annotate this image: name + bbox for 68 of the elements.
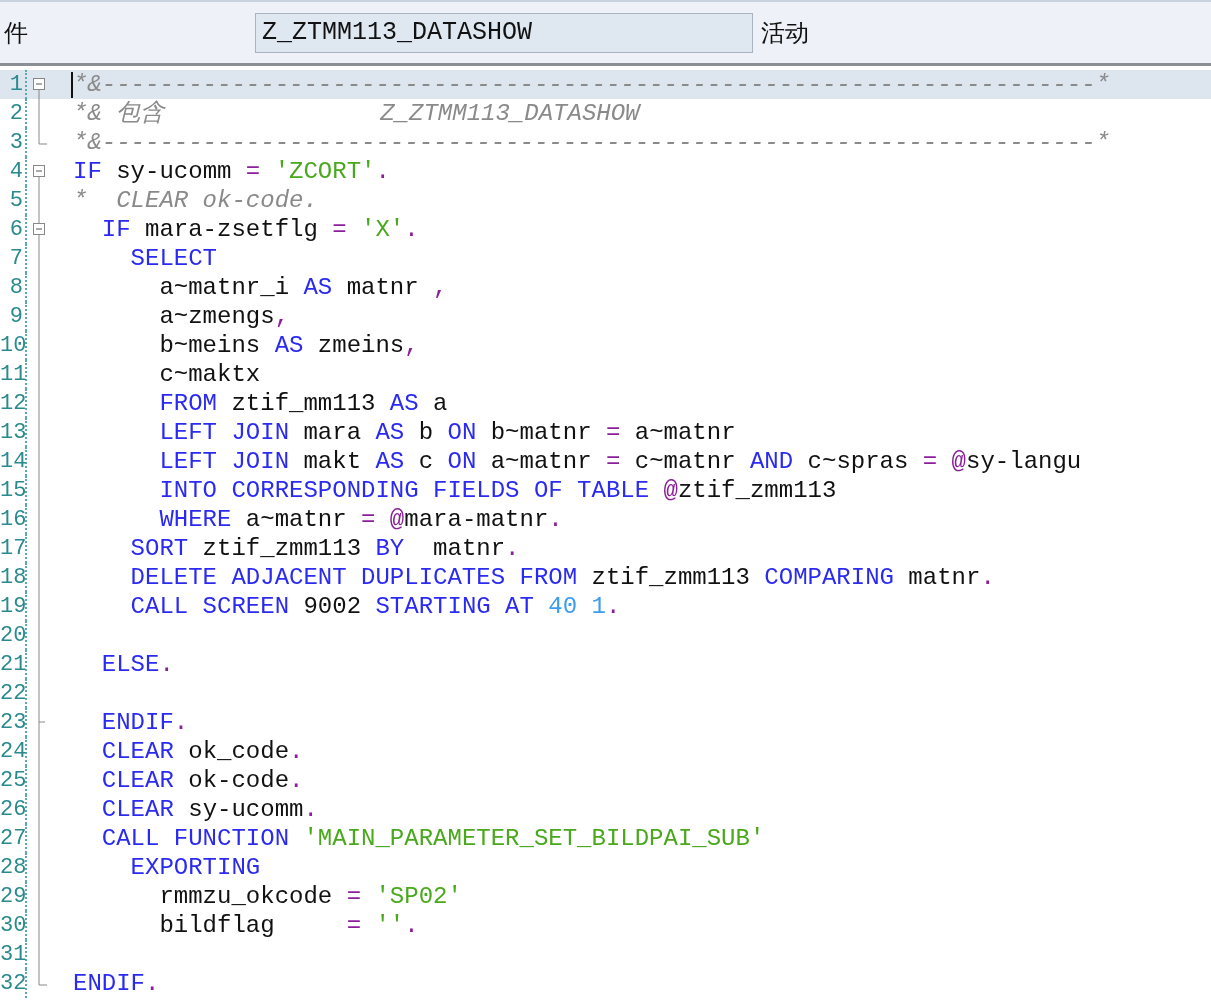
line-number: 9: [9, 304, 23, 329]
code-line: SELECT: [129, 244, 218, 273]
code-line: bildflag = ''.: [158, 911, 419, 940]
line-number: 24: [0, 739, 27, 764]
line-number: 20: [0, 623, 27, 648]
line-number: 23: [0, 710, 27, 735]
line-number: 5: [9, 188, 23, 213]
code-line: a~matnr_i AS matnr ,: [158, 273, 448, 302]
line-number: 15: [0, 478, 27, 503]
line-number: 8: [9, 275, 23, 300]
collapse-icon[interactable]: [33, 78, 45, 99]
code-line: FROM ztif_mm113 AS a: [158, 389, 448, 418]
collapse-icon[interactable]: [33, 165, 45, 186]
code-line: CLEAR ok_code.: [100, 737, 304, 766]
code-line: c~maktx: [158, 360, 261, 389]
code-line: CLEAR sy-ucomm.: [100, 795, 318, 824]
line-number: 16: [0, 507, 27, 532]
line-number: 7: [9, 246, 23, 271]
code-line: WHERE a~matnr = @mara-matnr.: [158, 505, 563, 534]
code-line: CALL SCREEN 9002 STARTING AT 40 1.: [129, 592, 621, 621]
code-line: CLEAR ok-code.: [100, 766, 304, 795]
line-number: 22: [0, 681, 27, 706]
line-number: 30: [0, 913, 27, 938]
line-number: 13: [0, 420, 27, 445]
code-line: rmmzu_okcode = 'SP02': [158, 882, 462, 911]
code-line: ELSE.: [100, 650, 174, 679]
code-line: CALL FUNCTION 'MAIN_PARAMETER_SET_BILDPAI_SUB': [100, 824, 765, 853]
line-number: 17: [0, 536, 27, 561]
code-line: LEFT JOIN makt AS c ON a~matnr = c~matnr AND c~spras = @sy-langu: [158, 447, 1082, 476]
code-line: DELETE ADJACENT DUPLICATES FROM ztif_zmm113 COMPARING matnr.: [129, 563, 995, 592]
collapse-icon[interactable]: [33, 215, 45, 244]
line-number: 14: [0, 449, 27, 474]
code-line: *& 包含 Z_ZTMM113_DATASHOW: [73, 99, 640, 128]
line-number: 26: [0, 797, 27, 822]
code-line: b~meins AS zmeins,: [158, 331, 419, 360]
code-line: ENDIF.: [73, 969, 160, 998]
line-number: 2: [9, 101, 23, 126]
code-line: *&---------------------------------------------------------------------*: [73, 70, 1110, 99]
line-number: 11: [0, 362, 27, 387]
code-line: IF sy-ucomm = 'ZCORT'.: [73, 157, 390, 186]
line-number: 28: [0, 855, 27, 880]
code-line: EXPORTING: [129, 853, 261, 882]
code-line: a~zmengs,: [158, 302, 290, 331]
line-number: 19: [0, 594, 27, 619]
status-label: 活动: [761, 17, 809, 49]
line-number: 21: [0, 652, 27, 677]
line-number: 3: [9, 130, 23, 155]
line-number: 31: [0, 942, 27, 967]
code-line: * CLEAR ok-code.: [73, 186, 318, 215]
line-number: 4: [9, 159, 23, 184]
line-number: 18: [0, 565, 27, 590]
code-line: LEFT JOIN mara AS b ON b~matnr = a~matnr: [158, 418, 736, 447]
text-cursor: [71, 72, 73, 98]
line-number: 25: [0, 768, 27, 793]
code-line: IF mara-zsetflg = 'X'.: [100, 215, 419, 244]
line-number: 6: [9, 217, 23, 242]
code-line: INTO CORRESPONDING FIELDS OF TABLE @ztif_zmm113: [158, 476, 837, 505]
line-number: 29: [0, 884, 27, 909]
line-number: 10: [0, 333, 27, 358]
code-line: *&---------------------------------------------------------------------*: [73, 128, 1110, 157]
line-number: 12: [0, 391, 27, 416]
program-name-field[interactable]: Z_ZTMM113_DATASHOW: [255, 12, 753, 53]
line-number: 1: [9, 72, 23, 97]
code-line: SORT ztif_zmm113 BY matnr.: [129, 534, 520, 563]
line-number: 32: [0, 971, 27, 996]
code-line: ENDIF.: [100, 708, 189, 737]
menu-label[interactable]: 件: [4, 14, 28, 51]
line-number: 27: [0, 826, 27, 851]
